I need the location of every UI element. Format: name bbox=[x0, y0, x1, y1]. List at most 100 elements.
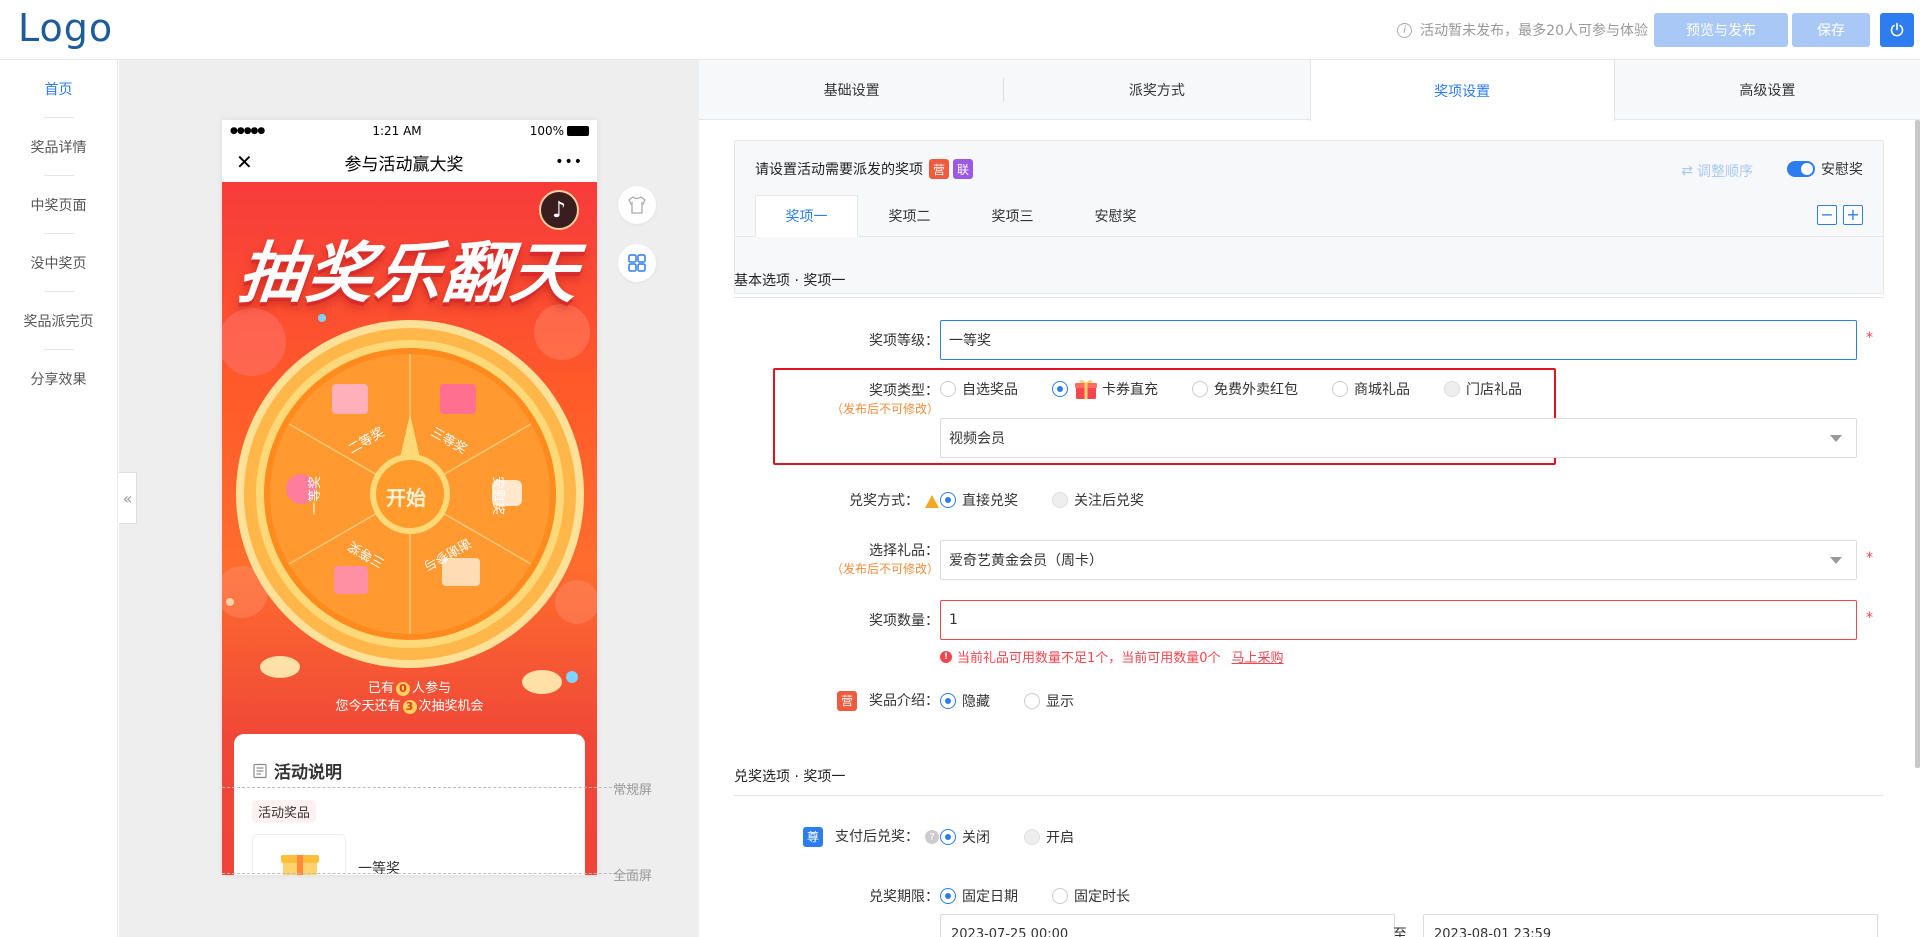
radio-pay-redeem-off[interactable]: 关闭 bbox=[940, 827, 990, 847]
tab-advanced-settings[interactable]: 高级设置 bbox=[1615, 60, 1920, 120]
lottery-poster: ♪ 抽奖乐翻天 三等奖 安慰奖 谢谢参与 三等奖 一等奖 二等奖 开始 已有 0… bbox=[222, 182, 597, 875]
prize-intro-options: 隐藏 显示 bbox=[940, 691, 1108, 711]
prize-level-input[interactable]: 一等奖 bbox=[940, 320, 1857, 360]
radio-store-gift[interactable]: 门店礼品 bbox=[1444, 379, 1522, 399]
swap-icon: ⇄ bbox=[1681, 163, 1693, 179]
prize-sub-tabs: 奖项一 奖项二 奖项三 安慰奖 bbox=[755, 195, 1167, 237]
radio-intro-show[interactable]: 显示 bbox=[1024, 691, 1074, 711]
full-screen-guide bbox=[222, 873, 642, 874]
reorder-button[interactable]: ⇄ 调整顺序 bbox=[1681, 161, 1753, 181]
pay-redeem-options: 关闭 开启 bbox=[940, 827, 1108, 847]
radio-fixed-date[interactable]: 固定日期 bbox=[940, 886, 1018, 906]
linked-badge: 联 bbox=[953, 159, 973, 179]
consolation-toggle[interactable]: 安慰奖 bbox=[1787, 159, 1863, 179]
normal-screen-guide bbox=[222, 787, 642, 788]
radio-mall-gift[interactable]: 商城礼品 bbox=[1332, 379, 1410, 399]
tab-prize-settings[interactable]: 奖项设置 bbox=[1309, 60, 1615, 121]
gift-select-label: 选择礼品： bbox=[869, 543, 939, 559]
purchase-now-link[interactable]: 马上采购 bbox=[1232, 647, 1284, 666]
sidebar-item-win-page[interactable]: 中奖页面 bbox=[0, 176, 117, 234]
phone-preview-area: « ●●●●● 1:21 AM 100% ✕ 参与活动赢大奖 ••• ♪ 抽奖乐… bbox=[119, 60, 699, 937]
chevron-down-icon bbox=[1830, 435, 1842, 442]
battery-icon bbox=[567, 126, 589, 136]
section-divider bbox=[734, 795, 1884, 796]
publish-status-info: i 活动暂未发布，最多20人可参与体验 bbox=[1397, 20, 1648, 40]
required-mark: * bbox=[1866, 610, 1873, 626]
error-icon: ! bbox=[940, 650, 952, 663]
collapse-sidebar-button[interactable]: « bbox=[119, 472, 137, 524]
tab-basic-settings[interactable]: 基础设置 bbox=[699, 60, 1005, 120]
shirt-icon bbox=[628, 196, 646, 214]
redeem-period-label: 兑奖期限： bbox=[869, 889, 939, 905]
card-title: 活动说明 bbox=[252, 758, 342, 783]
activity-title: 参与活动赢大奖 bbox=[344, 154, 464, 175]
radio-card-coupon[interactable]: 卡券直充 bbox=[1052, 378, 1158, 400]
more-icon[interactable]: ••• bbox=[555, 154, 583, 170]
add-prize-button[interactable]: + bbox=[1843, 205, 1863, 225]
prize-quantity-input[interactable]: 1 bbox=[940, 600, 1857, 640]
close-icon[interactable]: ✕ bbox=[236, 150, 253, 174]
required-mark: * bbox=[1866, 550, 1873, 566]
activity-prize-tag: 活动奖品 bbox=[252, 800, 317, 823]
theme-skin-button[interactable] bbox=[618, 186, 656, 224]
left-sidebar: 首页 奖品详情 中奖页面 没中奖页 奖品派完页 分享效果 bbox=[0, 60, 118, 937]
power-button[interactable] bbox=[1880, 13, 1914, 47]
warning-icon bbox=[925, 494, 939, 508]
prize-type-label: 奖项类型： bbox=[869, 383, 939, 399]
main-scrollbar[interactable] bbox=[1915, 120, 1920, 768]
sidebar-item-share-effect[interactable]: 分享效果 bbox=[0, 350, 117, 408]
phone-status-bar: ●●●●● 1:21 AM 100% bbox=[222, 120, 597, 142]
coupon-category-select[interactable]: 视频会员 bbox=[940, 418, 1857, 458]
premium-badge: 尊 bbox=[803, 826, 823, 847]
preview-publish-button[interactable]: 预览与发布 bbox=[1654, 13, 1788, 47]
sidebar-item-lose-page[interactable]: 没中奖页 bbox=[0, 234, 117, 292]
radio-free-takeout-coupon[interactable]: 免费外卖红包 bbox=[1192, 379, 1298, 399]
radio-pay-redeem-on[interactable]: 开启 bbox=[1024, 827, 1074, 847]
pay-redeem-label: 尊支付后兑奖：? bbox=[759, 826, 939, 847]
phone-nav-bar: ✕ 参与活动赢大奖 ••• bbox=[222, 142, 597, 182]
settings-tabs: 基础设置 派奖方式 奖项设置 高级设置 bbox=[699, 60, 1920, 121]
top-header: Logo i 活动暂未发布，最多20人可参与体验 预览与发布 保存 bbox=[0, 0, 1920, 60]
radio-direct-redeem[interactable]: 直接兑奖 bbox=[940, 490, 1018, 510]
help-icon[interactable]: ? bbox=[925, 830, 939, 844]
prize-type-options: 自选奖品 卡券直充 免费外卖红包 商城礼品 门店礼品 bbox=[940, 378, 1556, 400]
normal-screen-label: 常规屏 bbox=[613, 783, 653, 798]
radio-intro-hide[interactable]: 隐藏 bbox=[940, 691, 990, 711]
chance-count: 3 bbox=[402, 700, 417, 714]
prize-config-box: 请设置活动需要派发的奖项 营 联 ⇄ 调整顺序 安慰奖 奖项一 奖项二 奖项三 … bbox=[734, 140, 1884, 294]
tab-prize-three[interactable]: 奖项三 bbox=[961, 195, 1064, 237]
sidebar-item-prize-exhausted[interactable]: 奖品派完页 bbox=[0, 292, 117, 350]
radio-self-select-prize[interactable]: 自选奖品 bbox=[940, 379, 1018, 399]
gift-select[interactable]: 爱奇艺黄金会员（周卡） bbox=[940, 540, 1857, 580]
marketing-badge: 营 bbox=[837, 690, 857, 711]
full-screen-label: 全面屏 bbox=[613, 869, 653, 884]
prize-wheel bbox=[236, 320, 584, 668]
publish-status-text: 活动暂未发布，最多20人可参与体验 bbox=[1420, 23, 1648, 39]
gift-icon bbox=[1075, 379, 1097, 399]
radio-fixed-duration[interactable]: 固定时长 bbox=[1052, 886, 1130, 906]
gift-select-note: （发布后不可修改） bbox=[830, 562, 939, 576]
power-icon bbox=[1890, 22, 1904, 37]
end-date-input[interactable]: 2023-08-01 23:59 bbox=[1423, 914, 1878, 937]
sidebar-item-prize-details[interactable]: 奖品详情 bbox=[0, 118, 117, 176]
layout-components-button[interactable] bbox=[618, 244, 656, 282]
sidebar-item-home[interactable]: 首页 bbox=[0, 60, 117, 118]
tab-prize-two[interactable]: 奖项二 bbox=[858, 195, 961, 237]
required-mark: * bbox=[1866, 330, 1873, 346]
tab-distribution-method[interactable]: 派奖方式 bbox=[1004, 60, 1309, 120]
tab-prize-one[interactable]: 奖项一 bbox=[755, 195, 858, 237]
save-button[interactable]: 保存 bbox=[1792, 13, 1870, 47]
poster-title: 抽奖乐翻天 bbox=[234, 235, 583, 312]
remove-prize-button[interactable]: − bbox=[1817, 205, 1837, 225]
status-time: 1:21 AM bbox=[372, 124, 422, 138]
music-note-icon: ♪ bbox=[551, 197, 567, 223]
tab-consolation[interactable]: 安慰奖 bbox=[1064, 195, 1167, 237]
toggle-switch[interactable] bbox=[1787, 161, 1815, 177]
radio-follow-redeem[interactable]: 关注后兑奖 bbox=[1052, 490, 1144, 510]
activity-description-card: 活动说明 活动奖品 一等奖 bbox=[234, 734, 585, 875]
document-icon bbox=[253, 763, 267, 778]
info-icon: i bbox=[1397, 22, 1413, 38]
start-date-input[interactable]: 2023-07-25 00:00 bbox=[940, 914, 1395, 937]
settings-panel: 基础设置 派奖方式 奖项设置 高级设置 请设置活动需要派发的奖项 营 联 ⇄ 调… bbox=[699, 60, 1920, 937]
battery-status: 100% bbox=[530, 124, 589, 138]
